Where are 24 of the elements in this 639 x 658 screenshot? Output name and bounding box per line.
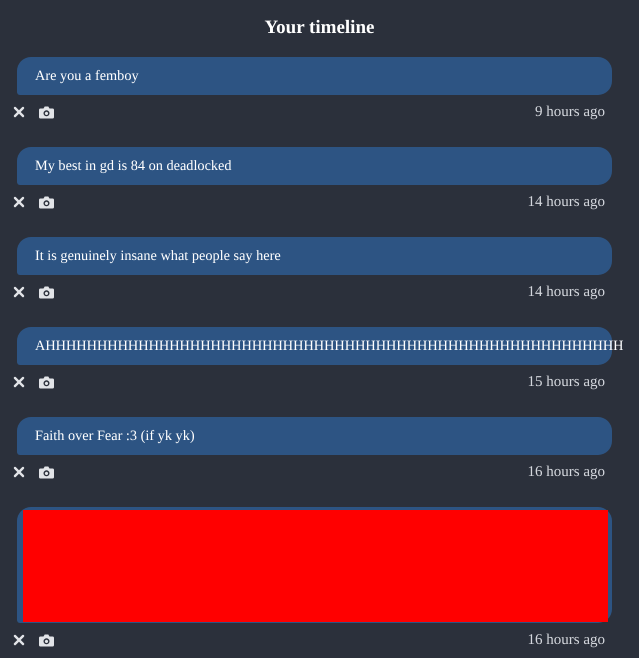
camera-icon[interactable] (39, 286, 54, 298)
message-text: It is genuinely insane what people say here (35, 248, 281, 264)
timestamp: 14 hours ago (528, 194, 605, 210)
close-icon[interactable] (13, 286, 25, 298)
camera-icon[interactable] (39, 634, 54, 646)
timestamp: 9 hours ago (535, 104, 605, 120)
camera-icon[interactable] (39, 196, 54, 208)
close-icon[interactable] (13, 634, 25, 646)
timestamp: 15 hours ago (528, 374, 605, 390)
timestamp: 16 hours ago (528, 464, 605, 480)
close-icon[interactable] (13, 466, 25, 478)
timestamp: 14 hours ago (528, 284, 605, 300)
close-icon[interactable] (13, 196, 25, 208)
close-icon[interactable] (13, 376, 25, 388)
close-icon[interactable] (13, 106, 25, 118)
message-text: Faith over Fear :3 (if yk yk) (35, 428, 195, 444)
camera-icon[interactable] (39, 106, 54, 118)
timeline-title: Your timeline (264, 16, 376, 40)
timestamp: 16 hours ago (528, 632, 605, 648)
message-text: My best in gd is 84 on deadlocked (35, 158, 232, 174)
message-text: AHHHHHHHHHHHHHHHHHHHHHHHHHHHHHHHHHHHHHHHHHHHHHHHHHHHHHHHH (35, 338, 624, 354)
message-text: Are you a femboy (35, 68, 139, 84)
camera-icon[interactable] (39, 376, 54, 388)
camera-icon[interactable] (39, 466, 54, 478)
